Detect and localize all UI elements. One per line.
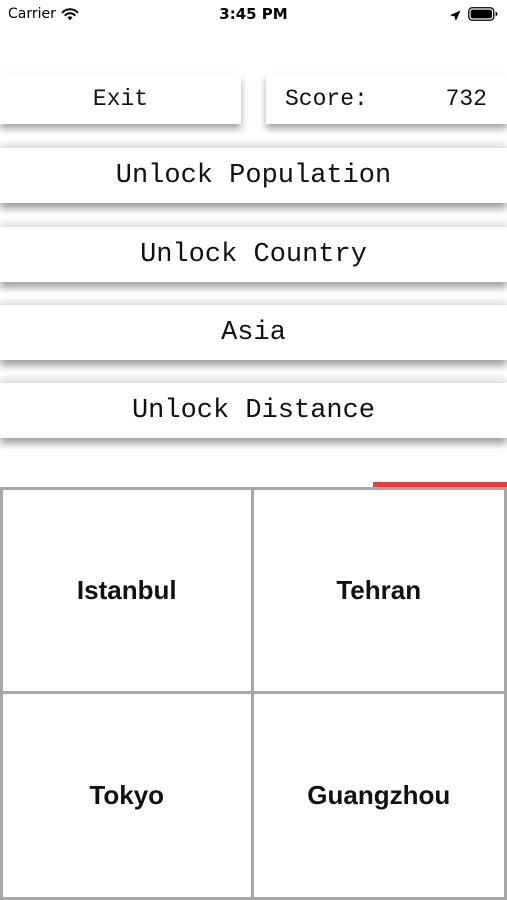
answer-button-istanbul[interactable]: Istanbul (3, 490, 254, 694)
option-label: Unlock Distance (131, 395, 376, 426)
answer-grid: Istanbul Tehran Tokyo Guangzhou (0, 487, 507, 900)
option-label: Unlock Country (140, 239, 367, 270)
option-label: Unlock Population (115, 160, 392, 191)
score-value: 732 (445, 86, 487, 112)
unlock-distance-button[interactable]: Unlock Distance (0, 383, 507, 438)
continent-button[interactable]: Asia (0, 305, 507, 360)
battery-icon (468, 6, 498, 21)
status-bar: Carrier 3:45 PM (0, 0, 507, 30)
unlock-population-button[interactable]: Unlock Population (0, 148, 507, 203)
status-indicators (449, 6, 498, 22)
answer-button-guangzhou[interactable]: Guangzhou (254, 694, 505, 898)
unlock-country-button[interactable]: Unlock Country (0, 227, 507, 282)
location-arrow-icon (449, 7, 461, 22)
answer-button-tokyo[interactable]: Tokyo (3, 693, 254, 897)
score-panel: Score: 732 (266, 74, 507, 124)
option-label: Asia (221, 317, 286, 348)
answer-button-tehran[interactable]: Tehran (253, 490, 504, 694)
exit-button[interactable]: Exit (0, 74, 241, 124)
status-clock: 3:45 PM (219, 5, 288, 23)
score-label: Score: (285, 86, 368, 112)
exit-label: Exit (92, 86, 149, 112)
